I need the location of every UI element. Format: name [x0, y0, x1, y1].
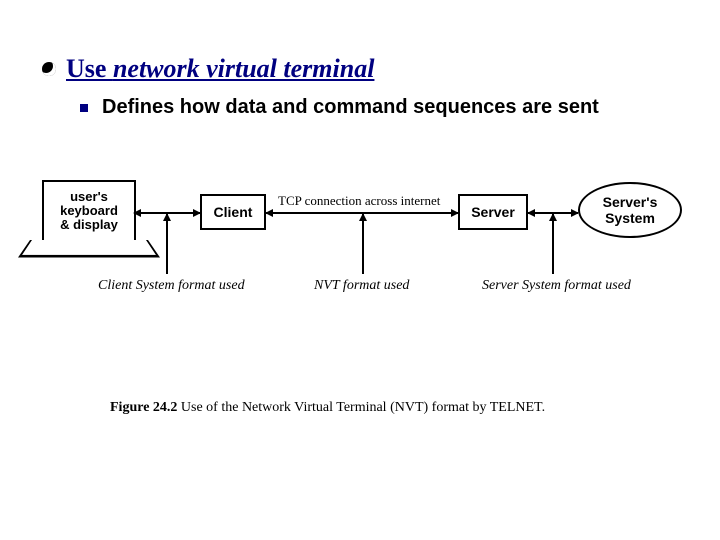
- servers-system-ellipse: Server's System: [578, 182, 682, 238]
- label-nvt-format: NVT format used: [314, 278, 409, 294]
- label-server-format: Server System format used: [482, 278, 631, 294]
- figure-caption-text: Use of the Network Virtual Terminal (NVT…: [177, 400, 545, 415]
- server-box: Server: [458, 194, 528, 230]
- arrow-server-format: [552, 214, 554, 274]
- arrow-client-format: [166, 214, 168, 274]
- heading-row: Use network virtual terminal: [42, 54, 374, 84]
- nvt-diagram: user's keyboard & display Client Server …: [30, 160, 690, 360]
- client-label: Client: [214, 204, 253, 220]
- subpoint-text: Defines how data and command sequences a…: [102, 96, 599, 119]
- figure-caption: Figure 24.2 Use of the Network Virtual T…: [110, 400, 545, 416]
- heading-plain: Use: [66, 54, 113, 83]
- user-terminal-box: user's keyboard & display: [42, 180, 136, 242]
- client-box: Client: [200, 194, 266, 230]
- label-client-format: Client System format used: [98, 278, 245, 294]
- subpoint-row: Defines how data and command sequences a…: [80, 96, 599, 119]
- user-terminal-label: user's keyboard & display: [60, 190, 118, 233]
- monitor-base-icon: [30, 240, 148, 254]
- servers-system-label: Server's System: [603, 194, 658, 226]
- figure-number: Figure 24.2: [110, 400, 177, 415]
- heading-text: Use network virtual terminal: [66, 54, 374, 84]
- subpoint-bullet-icon: [80, 104, 88, 112]
- arrow-nvt-format: [362, 214, 364, 274]
- heading-italic: network virtual terminal: [113, 54, 375, 83]
- tcp-connection-label: TCP connection across internet: [278, 193, 440, 209]
- heading-bullet-icon: [42, 62, 56, 76]
- slide: Use network virtual terminal Defines how…: [0, 0, 720, 540]
- server-label: Server: [471, 204, 515, 220]
